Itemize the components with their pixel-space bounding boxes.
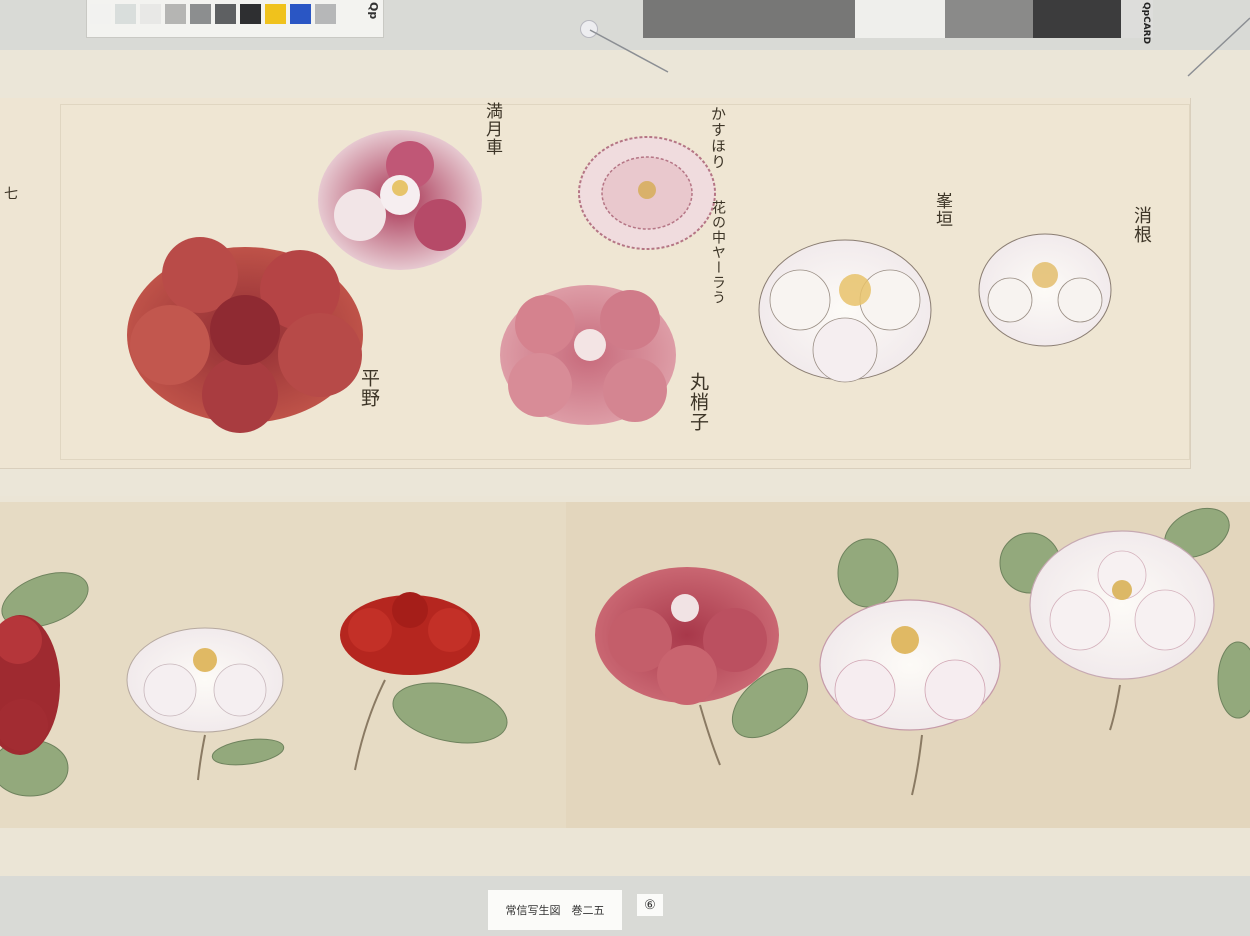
flower-label: かすほり xyxy=(709,106,727,170)
flower-label: 平野 xyxy=(358,368,380,408)
pin-shaft xyxy=(1187,17,1250,77)
page-number-tag: ⑥ xyxy=(637,894,663,916)
flower-label: 丸梢子 xyxy=(687,372,709,432)
white-camellia-flower xyxy=(758,239,932,383)
flower-label: 消根 xyxy=(1131,206,1152,244)
flower-artwork xyxy=(0,17,1250,797)
white-camellia-flower xyxy=(978,233,1112,347)
white-camellia-flower xyxy=(126,627,284,733)
flower-label: 花の中ヤーラう xyxy=(710,200,726,305)
white-double-camellia-flower xyxy=(1029,530,1215,680)
red-camellia-flower xyxy=(127,237,363,433)
white-variegated-camellia-flower xyxy=(819,599,1001,731)
pin-shaft xyxy=(589,29,669,73)
flower-label: 峯垣 xyxy=(932,192,952,228)
bright-red-camellia-flower xyxy=(340,592,480,675)
flower-label: 七 xyxy=(2,186,18,201)
pink-camellia-flower xyxy=(500,285,676,425)
pink-lace-camellia-flower xyxy=(578,136,716,250)
catalog-caption: 常信写生図 巻二五 xyxy=(488,890,622,930)
variegated-camellia-flower xyxy=(318,130,482,270)
flower-label: 満月車 xyxy=(482,102,502,156)
red-camellia-flower xyxy=(0,615,60,755)
